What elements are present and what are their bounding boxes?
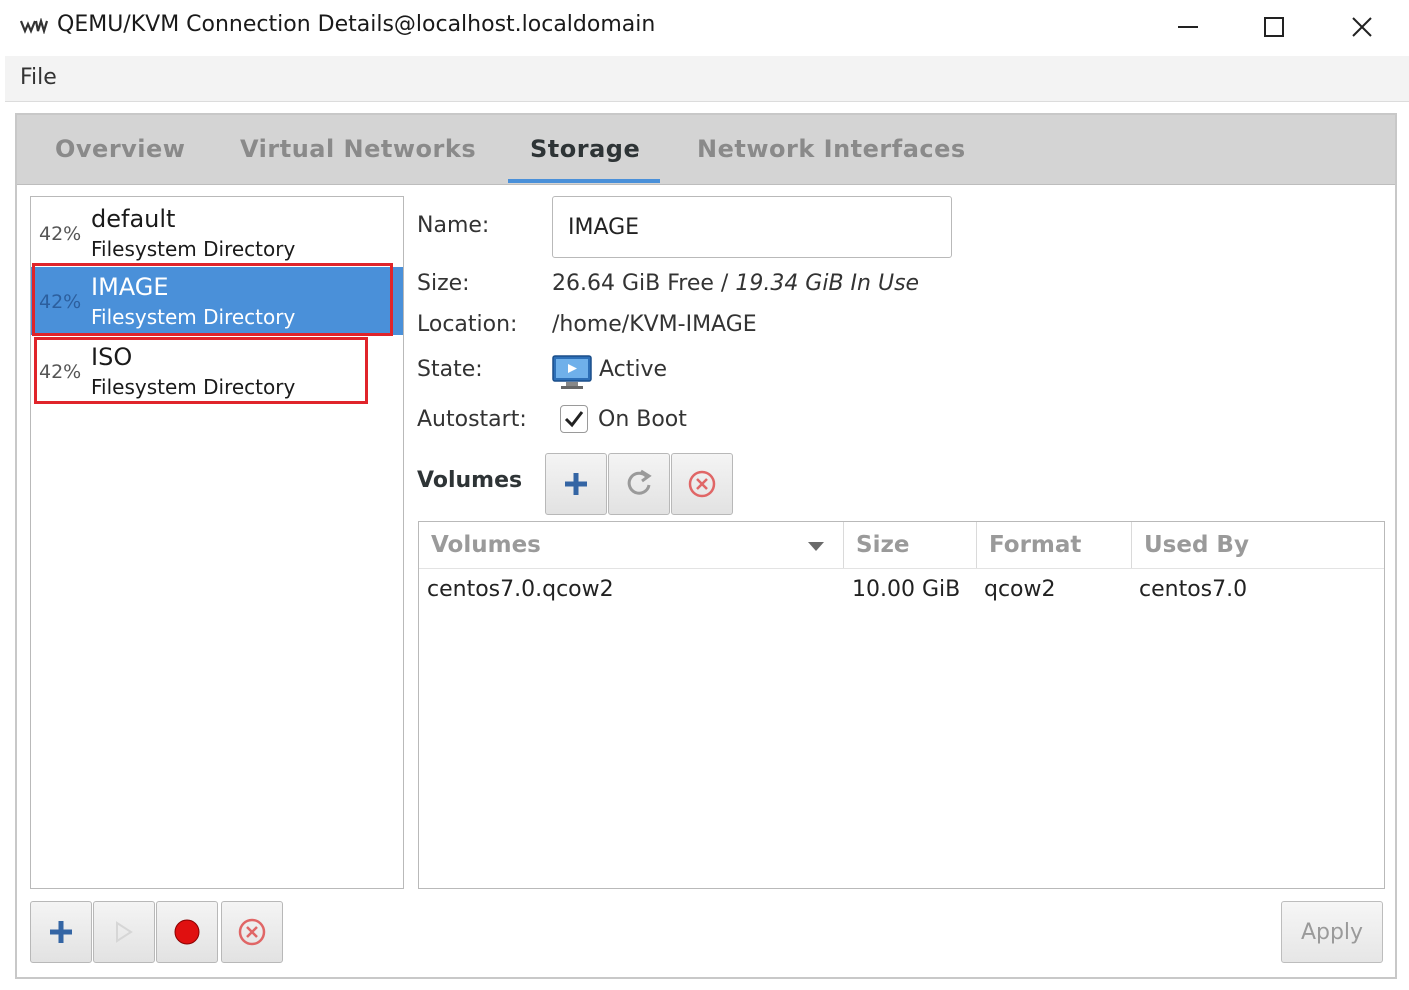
pool-item-image[interactable]: 42% IMAGE Filesystem Directory <box>31 267 403 335</box>
size-value: 26.64 GiB Free / 19.34 GiB In Use <box>552 271 919 296</box>
pool-item-iso[interactable]: 42% ISO Filesystem Directory <box>31 337 403 405</box>
column-header-size[interactable]: Size <box>856 522 909 568</box>
pool-usage-percent: 42% <box>39 291 82 313</box>
active-tab-indicator <box>508 179 660 183</box>
pool-type: Filesystem Directory <box>91 237 296 261</box>
close-button[interactable] <box>1342 8 1382 46</box>
refresh-icon <box>627 469 652 495</box>
delete-volume-button[interactable] <box>671 453 733 515</box>
tab-virtual-networks[interactable]: Virtual Networks <box>240 115 476 185</box>
column-separator <box>1131 522 1132 568</box>
tab-network-interfaces[interactable]: Network Interfaces <box>697 115 966 185</box>
monitor-active-icon <box>552 355 592 389</box>
window-title: QEMU/KVM Connection Details@localhost.lo… <box>57 12 656 37</box>
close-icon <box>1352 17 1372 37</box>
volume-name-cell: centos7.0.qcow2 <box>427 577 614 602</box>
autostart-label: Autostart: <box>417 407 527 432</box>
storage-pool-list[interactable]: 42% default Filesystem Directory 42% IMA… <box>30 196 404 889</box>
start-pool-button[interactable] <box>93 901 155 963</box>
minimize-button[interactable] <box>1168 8 1208 46</box>
delete-icon <box>238 918 266 946</box>
size-label: Size: <box>417 271 470 296</box>
column-header-format[interactable]: Format <box>989 522 1081 568</box>
state-value: Active <box>599 357 668 382</box>
column-header-used-by[interactable]: Used By <box>1144 522 1249 568</box>
menu-file[interactable]: File <box>20 65 57 90</box>
sort-descending-icon <box>808 542 824 551</box>
maximize-icon <box>1264 17 1284 37</box>
tab-overview[interactable]: Overview <box>55 115 185 185</box>
pool-usage-percent: 42% <box>39 361 82 383</box>
pool-name: ISO <box>91 343 133 371</box>
size-separator: / <box>720 271 729 296</box>
pool-item-default[interactable]: 42% default Filesystem Directory <box>31 199 403 267</box>
location-label: Location: <box>417 312 518 337</box>
size-free: 26.64 GiB Free <box>552 271 714 296</box>
pool-name-input[interactable] <box>552 196 952 258</box>
pool-usage-percent: 42% <box>39 223 82 245</box>
autostart-checkbox[interactable] <box>560 405 588 433</box>
title-bar: QEMU/KVM Connection Details@localhost.lo… <box>0 0 1409 54</box>
column-separator <box>976 522 977 568</box>
plus-icon <box>50 921 72 943</box>
stop-record-icon <box>174 919 200 945</box>
stop-pool-button[interactable] <box>156 901 218 963</box>
apply-button[interactable]: Apply <box>1281 901 1383 963</box>
maximize-button[interactable] <box>1254 8 1294 46</box>
tab-bar: Overview Virtual Networks Storage Networ… <box>17 115 1395 185</box>
name-label: Name: <box>417 213 490 238</box>
volume-size-cell: 10.00 GiB <box>852 577 961 602</box>
column-separator <box>843 522 844 568</box>
pool-type: Filesystem Directory <box>91 305 296 329</box>
refresh-volumes-button[interactable] <box>608 453 670 515</box>
menu-bar: File <box>5 56 1409 102</box>
header-divider <box>419 568 1384 569</box>
add-pool-button[interactable] <box>30 901 92 963</box>
pool-type: Filesystem Directory <box>91 375 296 399</box>
autostart-value: On Boot <box>598 407 687 432</box>
column-header-volumes[interactable]: Volumes <box>431 522 541 568</box>
volume-used-by-cell: centos7.0 <box>1139 577 1248 602</box>
main-frame: Overview Virtual Networks Storage Networ… <box>15 113 1397 979</box>
volumes-table[interactable]: Volumes Size Format Used By centos7.0.qc… <box>418 521 1385 889</box>
size-in-use: 19.34 GiB In Use <box>735 271 920 296</box>
pool-name: IMAGE <box>91 273 169 301</box>
play-icon <box>116 921 133 943</box>
delete-pool-button[interactable] <box>221 901 283 963</box>
minimize-icon <box>1178 26 1198 28</box>
volumes-section-label: Volumes <box>417 468 523 493</box>
volume-format-cell: qcow2 <box>984 577 1056 602</box>
plus-icon <box>565 473 587 495</box>
delete-icon <box>688 470 716 498</box>
virt-manager-icon <box>20 18 50 34</box>
location-value: /home/KVM-IMAGE <box>552 312 757 337</box>
checkmark-icon <box>564 411 584 428</box>
state-label: State: <box>417 357 483 382</box>
tab-storage[interactable]: Storage <box>530 115 640 185</box>
add-volume-button[interactable] <box>545 453 607 515</box>
pool-name: default <box>91 205 176 233</box>
